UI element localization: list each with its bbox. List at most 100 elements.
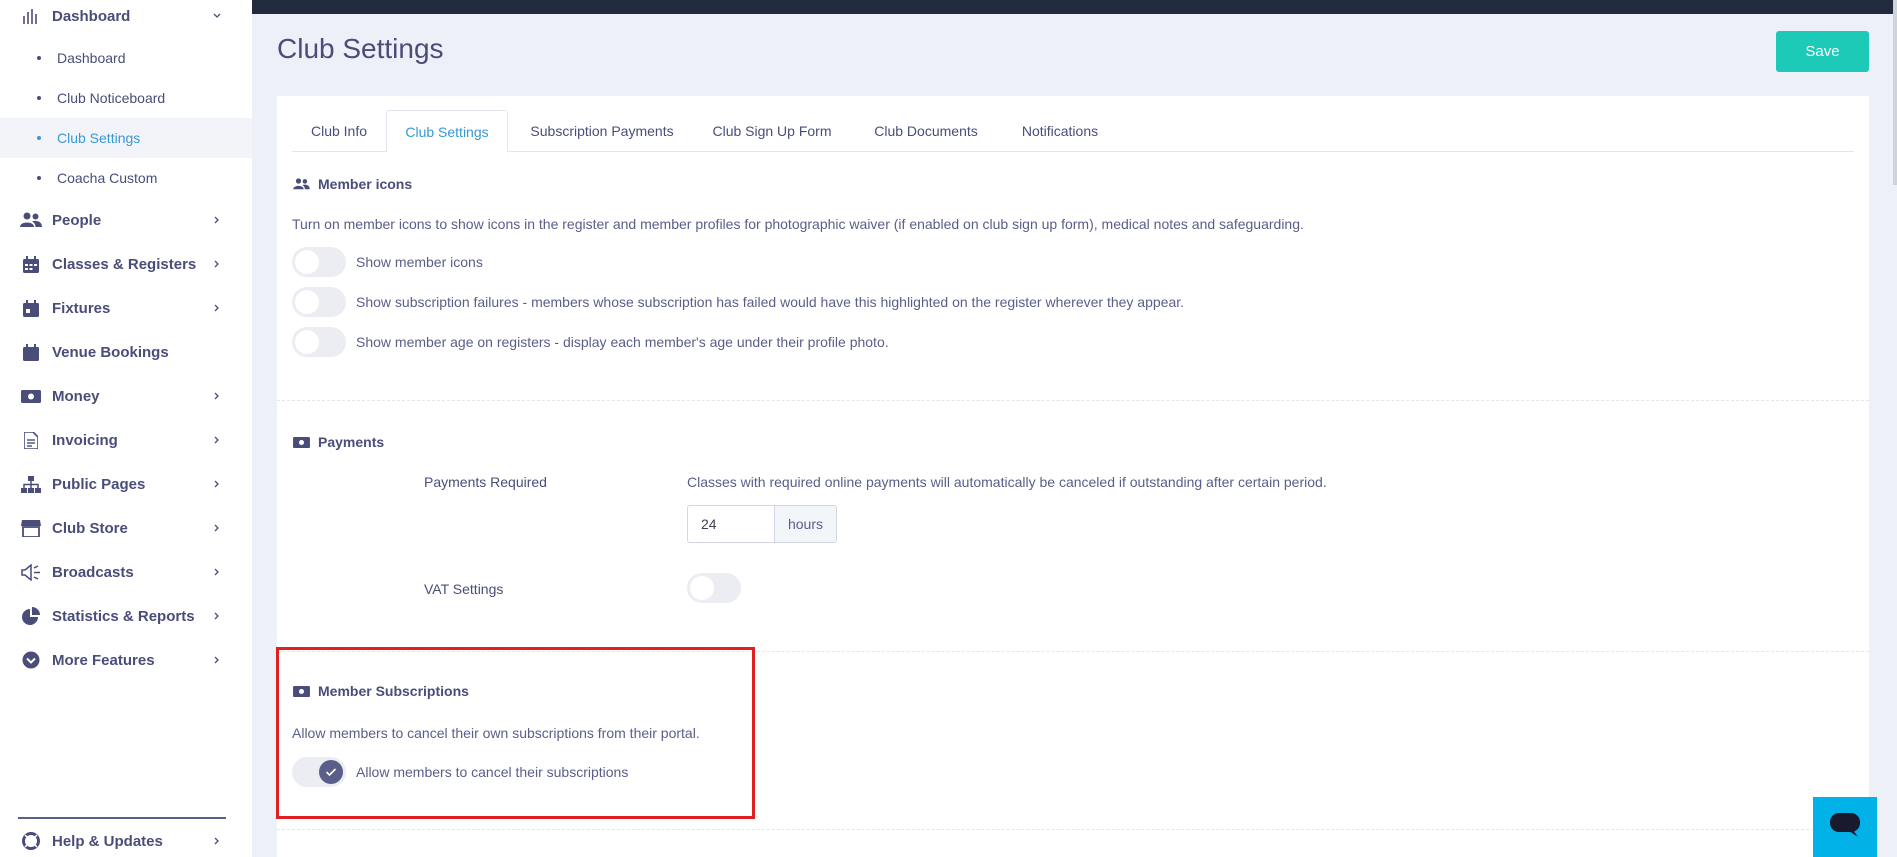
section-divider — [277, 400, 1869, 401]
chevron-right-icon — [212, 655, 222, 665]
calendar-icon — [20, 253, 42, 275]
toggle-label: Allow members to cancel their subscripti… — [356, 764, 629, 780]
vat-settings-label: VAT Settings — [424, 581, 504, 597]
sidebar-item-label: Classes & Registers — [52, 255, 197, 273]
calendar-icon — [20, 297, 42, 319]
section-title: Payments — [318, 434, 385, 450]
sidebar-sub-item-club-settings[interactable]: Club Settings — [0, 118, 252, 158]
check-icon — [319, 760, 343, 784]
chevron-right-icon — [212, 567, 222, 577]
show-member-age-toggle[interactable] — [292, 327, 346, 357]
allow-cancel-subscriptions-row: Allow members to cancel their subscripti… — [292, 757, 628, 787]
sidebar-item-public-pages[interactable]: Public Pages — [0, 464, 252, 504]
sitemap-icon — [20, 473, 42, 495]
payment-hours-input[interactable] — [687, 505, 774, 543]
sidebar: Dashboard Dashboard Club Noticeboard Clu… — [0, 0, 252, 857]
sidebar-item-label: Venue Bookings — [52, 343, 169, 361]
sidebar-item-broadcasts[interactable]: Broadcasts — [0, 552, 252, 592]
toggle-label: Show member icons — [356, 254, 483, 270]
section-title: Member Subscriptions — [318, 683, 469, 699]
chevron-right-icon — [212, 303, 222, 313]
calendar-icon — [20, 341, 42, 363]
sidebar-item-classes-registers[interactable]: Classes & Registers — [0, 244, 252, 284]
document-icon — [20, 429, 42, 451]
member-subscriptions-description: Allow members to cancel their own subscr… — [292, 725, 700, 741]
sidebar-item-fixtures[interactable]: Fixtures — [0, 288, 252, 328]
bar-chart-icon — [20, 5, 42, 27]
section-divider — [277, 829, 1869, 830]
sidebar-item-label: Club Store — [52, 519, 128, 537]
chevron-right-icon — [212, 391, 222, 401]
hours-addon: hours — [774, 505, 837, 543]
store-icon — [20, 517, 42, 539]
tab-club-sign-up-form[interactable]: Club Sign Up Form — [696, 110, 848, 152]
member-icons-description: Turn on member icons to show icons in th… — [292, 216, 1304, 232]
chevron-right-icon — [212, 611, 222, 621]
chevron-circle-icon — [20, 649, 42, 671]
chat-bubble-icon — [1829, 812, 1861, 843]
sidebar-sub-item-club-noticeboard[interactable]: Club Noticeboard — [0, 78, 252, 118]
sidebar-item-label: Public Pages — [52, 475, 146, 493]
chevron-right-icon — [212, 479, 222, 489]
payment-hours-input-group: hours — [687, 505, 837, 543]
show-subscription-failures-row: Show subscription failures - members who… — [292, 287, 1184, 317]
sidebar-sub-item-label: Coacha Custom — [57, 170, 158, 186]
tab-club-info[interactable]: Club Info — [292, 110, 386, 152]
scrollbar[interactable] — [1893, 0, 1897, 185]
sidebar-item-statistics-reports[interactable]: Statistics & Reports — [0, 596, 252, 636]
bullet-icon — [37, 96, 41, 100]
sidebar-sub-item-coacha-custom[interactable]: Coacha Custom — [0, 158, 252, 198]
sidebar-item-label: More Features — [52, 651, 155, 669]
settings-card: Club Info Club Settings Subscription Pay… — [277, 96, 1869, 857]
toggle-knob — [295, 330, 319, 354]
chat-widget-button[interactable] — [1813, 797, 1877, 857]
sidebar-item-help-updates[interactable]: Help & Updates — [0, 821, 252, 857]
page-title: Club Settings — [277, 33, 444, 64]
sidebar-item-invoicing[interactable]: Invoicing — [0, 420, 252, 460]
sidebar-item-venue-bookings[interactable]: Venue Bookings — [0, 332, 252, 372]
payments-heading: Payments — [292, 434, 384, 450]
chevron-right-icon — [212, 836, 222, 846]
show-member-icons-toggle[interactable] — [292, 247, 346, 277]
sidebar-item-more-features[interactable]: More Features — [0, 640, 252, 680]
member-subscriptions-heading: Member Subscriptions — [292, 683, 469, 699]
payments-required-label: Payments Required — [424, 474, 547, 490]
money-icon — [20, 385, 42, 407]
tab-subscription-payments[interactable]: Subscription Payments — [508, 110, 696, 152]
sidebar-divider — [18, 817, 226, 819]
sidebar-sub-item-dashboard[interactable]: Dashboard — [0, 38, 252, 78]
allow-cancel-subscriptions-toggle[interactable] — [292, 757, 346, 787]
sidebar-item-label: Money — [52, 387, 100, 405]
sidebar-item-label: Fixtures — [52, 299, 111, 317]
nav-dashboard-group-label: Dashboard — [52, 7, 131, 25]
sidebar-item-label: Invoicing — [52, 431, 118, 449]
tab-notifications[interactable]: Notifications — [1004, 110, 1116, 152]
bullet-icon — [37, 176, 41, 180]
save-button[interactable]: Save — [1776, 31, 1869, 72]
show-subscription-failures-toggle[interactable] — [292, 287, 346, 317]
vat-settings-toggle[interactable] — [687, 573, 741, 603]
sidebar-item-label: Broadcasts — [52, 563, 134, 581]
sidebar-item-money[interactable]: Money — [0, 376, 252, 416]
nav-dashboard-group[interactable]: Dashboard — [0, 0, 252, 36]
sidebar-item-club-store[interactable]: Club Store — [0, 508, 252, 548]
toggle-knob — [295, 290, 319, 314]
chevron-right-icon — [212, 523, 222, 533]
lifebuoy-icon — [20, 830, 42, 852]
pie-chart-icon — [20, 605, 42, 627]
payments-required-description: Classes with required online payments wi… — [687, 474, 1327, 490]
tab-club-documents[interactable]: Club Documents — [848, 110, 1004, 152]
settings-tabs: Club Info Club Settings Subscription Pay… — [292, 110, 1854, 153]
sidebar-item-people[interactable]: People — [0, 200, 252, 240]
sidebar-sub-item-label: Club Settings — [57, 130, 141, 146]
section-title: Member icons — [318, 176, 413, 192]
sidebar-item-label: People — [52, 211, 102, 229]
toggle-label: Show subscription failures - members who… — [356, 294, 1185, 310]
bullet-icon — [37, 136, 41, 140]
chevron-right-icon — [212, 215, 222, 225]
tab-club-settings[interactable]: Club Settings — [386, 110, 508, 153]
money-icon — [292, 684, 310, 698]
bullet-icon — [37, 56, 41, 60]
show-member-icons-row: Show member icons — [292, 247, 483, 277]
sidebar-sub-item-label: Club Noticeboard — [57, 90, 166, 106]
